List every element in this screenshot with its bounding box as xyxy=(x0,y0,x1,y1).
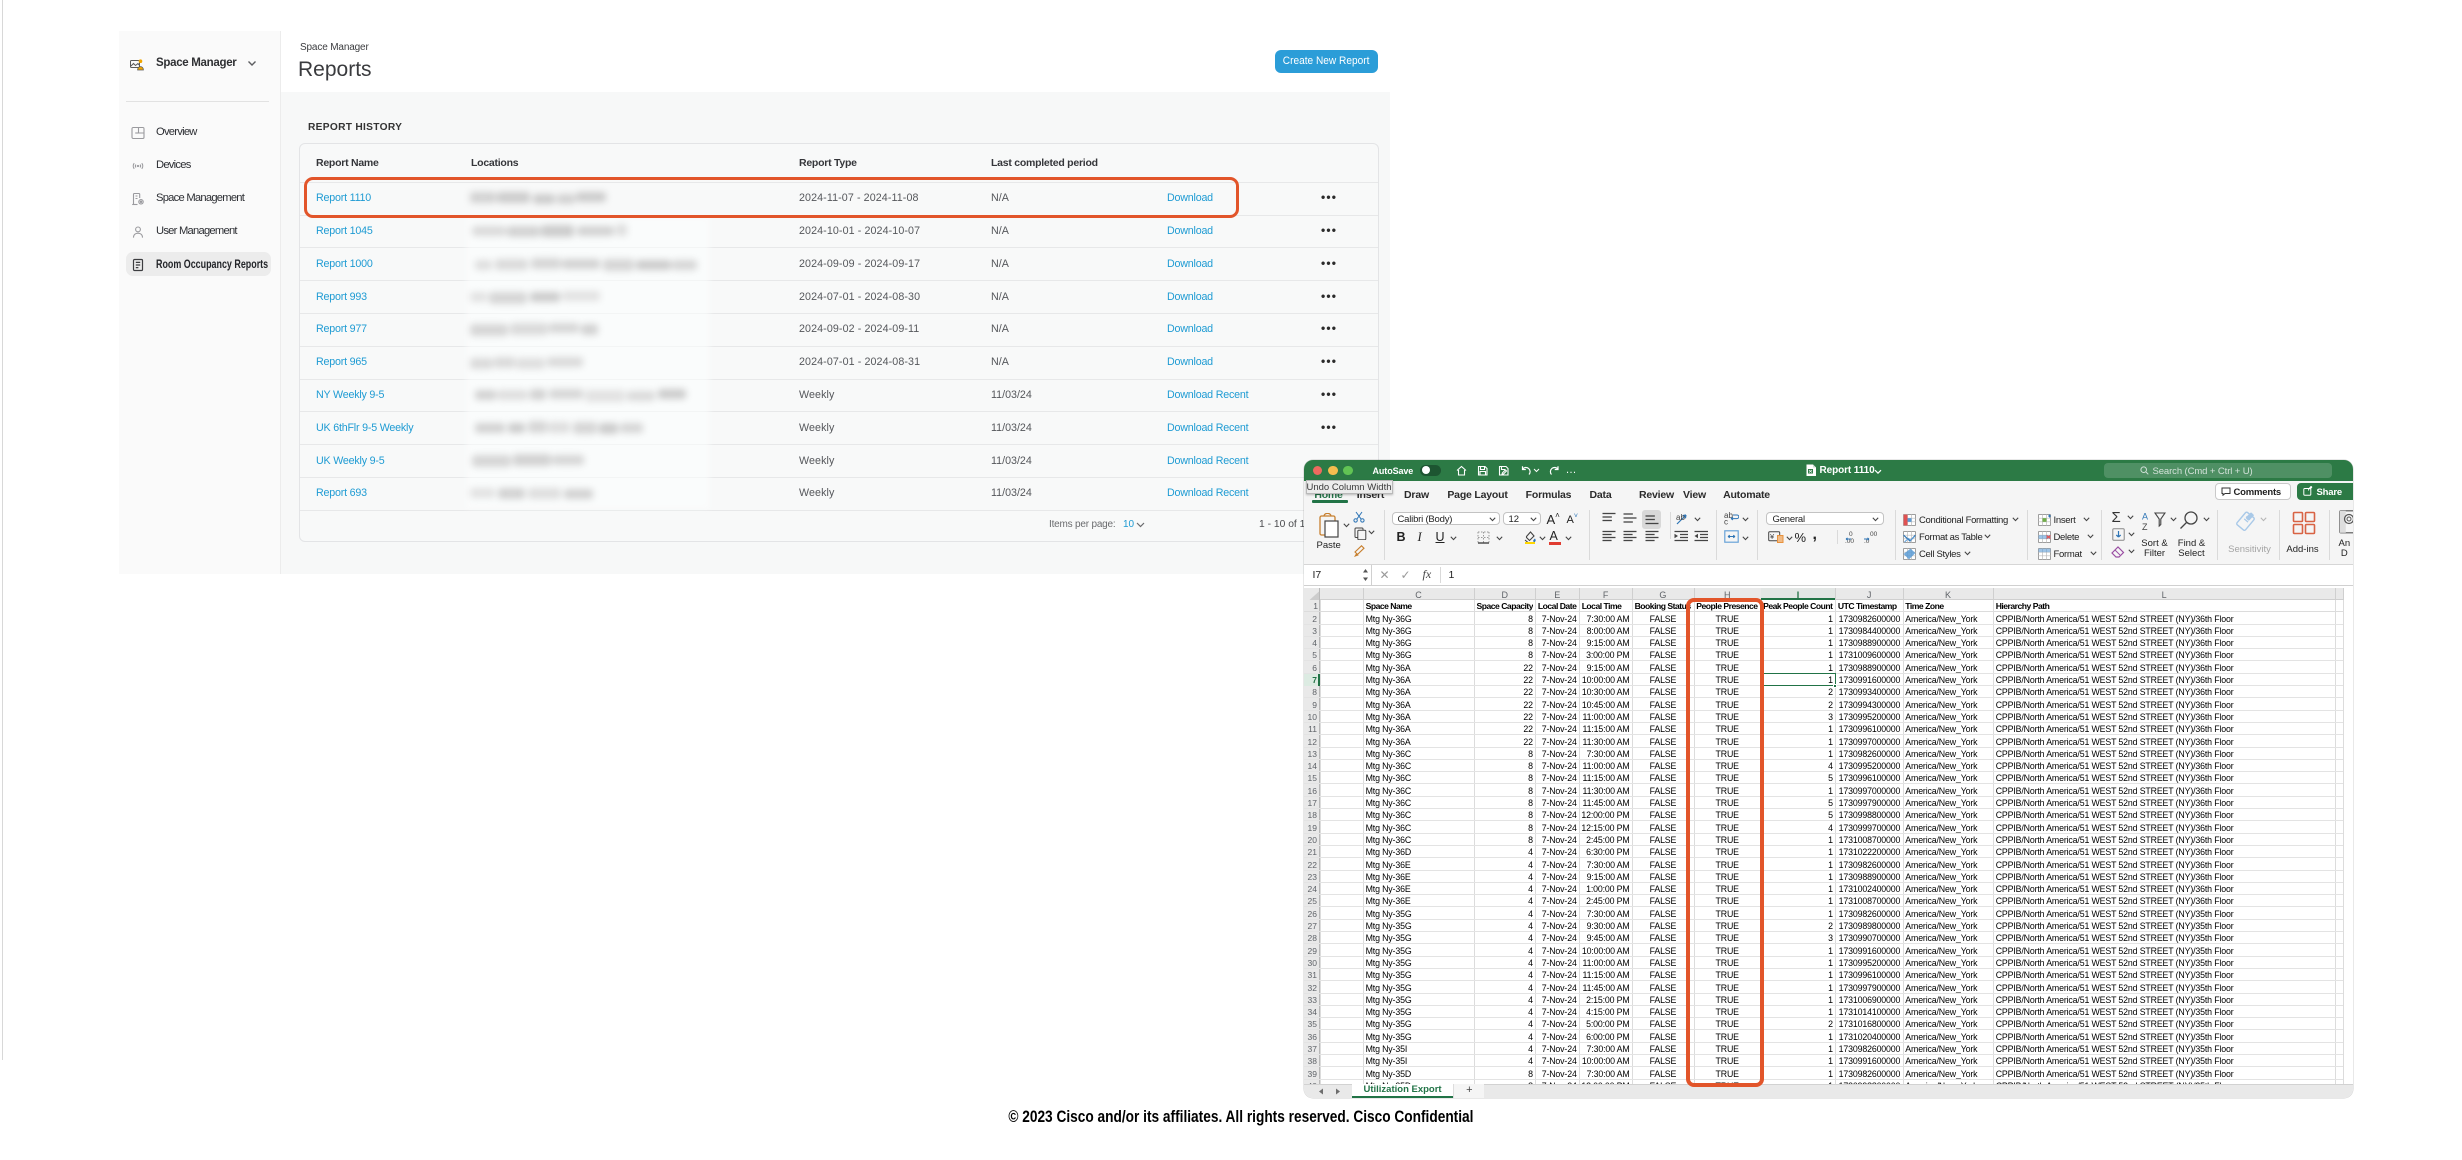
svg-text:¥: ¥ xyxy=(1770,532,1775,541)
svg-text:0: 0 xyxy=(1849,531,1853,538)
svg-text:ab: ab xyxy=(1676,513,1685,522)
svg-text:c: c xyxy=(1724,518,1728,526)
svg-text:00: 00 xyxy=(1870,531,1878,538)
svg-text:Z: Z xyxy=(2142,522,2148,531)
svg-text:A: A xyxy=(2142,512,2148,522)
